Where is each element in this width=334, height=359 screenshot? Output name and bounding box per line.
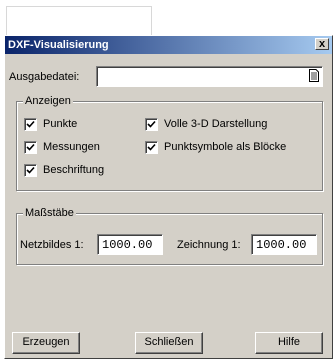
checkbox-label: Volle 3-D Darstellung xyxy=(164,118,268,130)
output-file-label: Ausgabedatei: xyxy=(9,71,80,83)
checkbox-box xyxy=(24,118,37,131)
close-button[interactable]: Schließen xyxy=(135,332,203,354)
checkbox-label: Messungen xyxy=(43,141,100,153)
help-button[interactable]: Hilfe xyxy=(255,332,323,354)
browse-file-icon[interactable] xyxy=(309,69,319,82)
netzbildes-label: Netzbildes 1: xyxy=(20,239,84,251)
scale-group: Maßstäbe Netzbildes 1: 1000.00 Zeichnung… xyxy=(16,207,323,265)
checkbox-box xyxy=(145,118,158,131)
dxf-dialog: DXF-Visualisierung x Ausgabedatei: Anzei… xyxy=(4,35,333,359)
dialog-title: DXF-Visualisierung xyxy=(8,39,109,51)
output-file-input[interactable] xyxy=(96,66,323,87)
display-group-title: Anzeigen xyxy=(23,95,73,107)
close-icon[interactable]: x xyxy=(315,38,329,50)
checkbox-box xyxy=(24,164,37,177)
checkbox-box xyxy=(145,141,158,154)
zeichnung-label: Zeichnung 1: xyxy=(177,239,241,251)
title-bar: DXF-Visualisierung x xyxy=(5,36,332,54)
checkbox-label: Punktsymbole als Blöcke xyxy=(164,141,287,153)
zeichnung-input[interactable]: 1000.00 xyxy=(251,234,317,255)
checkbox-label: Beschriftung xyxy=(43,164,105,176)
generate-button[interactable]: Erzeugen xyxy=(12,332,80,354)
background-window-fragment xyxy=(6,6,152,35)
scale-group-title: Maßstäbe xyxy=(23,207,76,219)
netzbildes-input[interactable]: 1000.00 xyxy=(97,234,163,255)
checkbox-box xyxy=(24,141,37,154)
checkbox-label: Punkte xyxy=(43,118,78,130)
display-group: Anzeigen Punkte Messungen Beschriftung V… xyxy=(16,95,323,191)
